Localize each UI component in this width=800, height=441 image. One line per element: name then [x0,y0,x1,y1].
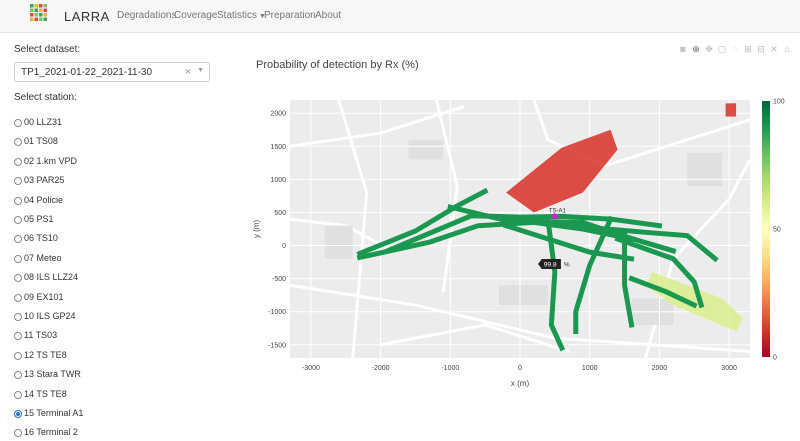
colorbar-tick-label: 50 [773,227,781,234]
x-tick-label: 1000 [582,365,598,372]
y-tick-label: -1000 [268,309,286,316]
hover-tooltip-unit: % [564,262,570,269]
station-radio-item[interactable]: 15 Terminal A1 [14,408,214,422]
x-tick-label: 0 [518,365,522,372]
x-tick-label: 2000 [652,365,668,372]
x-tick-label: -3000 [302,365,320,372]
station-label-text: 15 Terminal A1 [24,408,84,418]
y-tick-label: 500 [274,210,286,217]
map-block [687,152,723,186]
radio-selected-icon[interactable] [14,410,22,418]
radio-icon[interactable] [14,429,22,438]
hover-tooltip-value: 99.8 [544,262,557,269]
y-tick-label: -1500 [268,342,286,349]
map-block [499,285,548,306]
station-label-text: 16 Terminal 2 [24,427,78,438]
y-tick-label: -500 [272,276,286,283]
coverage-heatmap[interactable]: TS-A199.8 %-3000 -2000 -1000 0 1000 2000 300020… [0,0,800,402]
y-tick-label: 1500 [270,144,286,151]
colorbar [762,101,770,357]
coverage-zone [725,103,737,117]
y-tick-label: 2000 [270,111,286,118]
x-axis-label: x (m) [511,379,530,388]
map-block [324,225,353,259]
y-tick-label: 1000 [270,177,286,184]
y-tick-label: 0 [282,243,286,250]
map-block [408,139,444,160]
station-radio-item[interactable]: 16 Terminal 2 [14,427,214,441]
colorbar-tick-label: 0 [773,355,777,362]
x-tick-label: -2000 [372,365,390,372]
x-tick-label: -1000 [441,365,459,372]
y-axis-label: y (m) [252,220,261,239]
x-tick-label: 3000 [721,365,737,372]
station-marker-label: TS-A1 [549,208,567,214]
colorbar-tick-label: 100 [773,99,785,106]
